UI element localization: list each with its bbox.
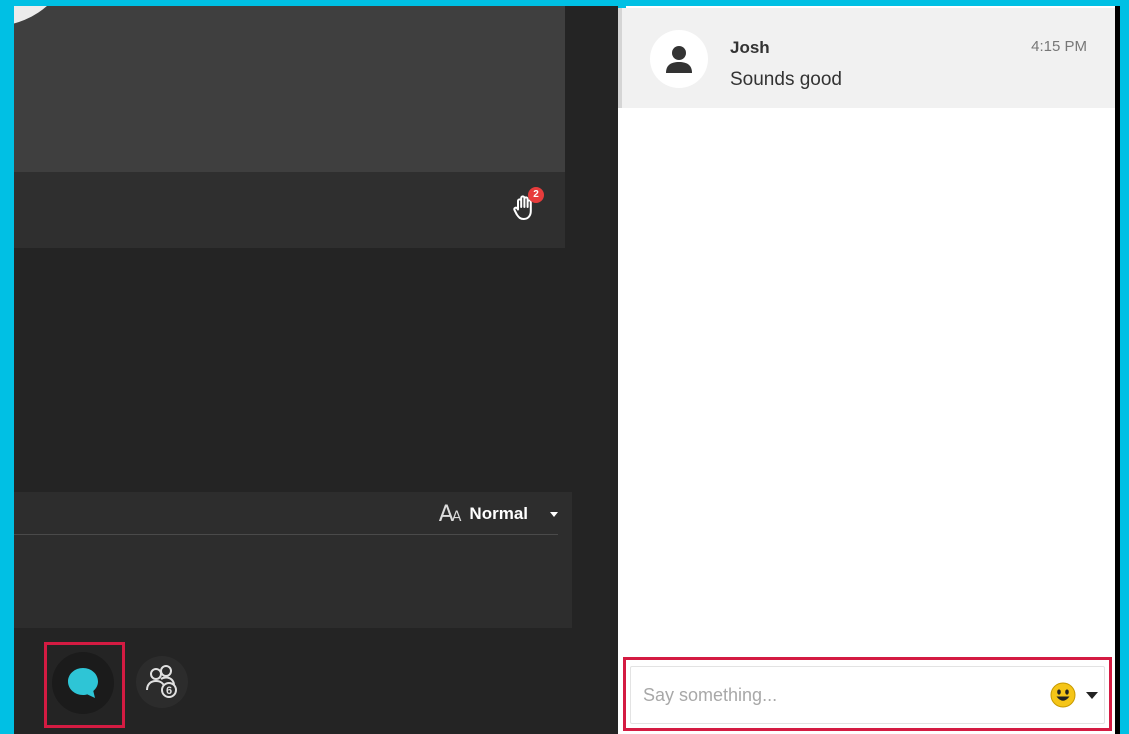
partial-toolbar-button[interactable]	[14, 662, 26, 706]
font-size-dropdown[interactable]: AA Normal	[438, 501, 558, 527]
chevron-down-icon	[550, 511, 558, 517]
video-tile	[14, 6, 565, 172]
chat-message: Josh 4:15 PM Sounds good	[618, 8, 1115, 108]
partial-icon	[14, 662, 26, 706]
font-size-value: Normal	[469, 504, 528, 523]
message-time: 4:15 PM	[1031, 38, 1087, 55]
raise-hand-count-badge: 2	[528, 187, 544, 203]
chat-bubble-icon	[68, 668, 98, 698]
chevron-down-icon	[1086, 691, 1098, 699]
captions-panel: AA Normal	[14, 492, 572, 628]
message-text: Sounds good	[730, 69, 842, 90]
participant-avatar	[14, 6, 74, 26]
participants-count: 6	[166, 685, 172, 697]
font-size-icon: AA	[438, 501, 462, 527]
chat-panel: Josh 4:15 PM Sounds good	[618, 6, 1115, 734]
message-sender: Josh	[730, 38, 770, 57]
captions-header: AA Normal	[14, 492, 558, 535]
app-frame: 2 AA Normal 6 Josh 4:15 PM Sounds good S…	[14, 6, 1120, 734]
chat-button[interactable]	[52, 652, 114, 714]
chat-message-input[interactable]	[631, 667, 1044, 723]
participants-button[interactable]: 6	[136, 656, 188, 708]
smiley-emoji-icon	[1050, 682, 1076, 708]
session-stage: 2 AA Normal 6	[14, 6, 618, 734]
video-tile-bar	[14, 172, 565, 248]
user-avatar	[650, 30, 708, 88]
participants-icon: 6	[146, 665, 177, 698]
user-avatar-icon	[666, 46, 692, 73]
chat-composer	[630, 666, 1105, 724]
emoji-picker-button[interactable]	[1044, 675, 1104, 715]
